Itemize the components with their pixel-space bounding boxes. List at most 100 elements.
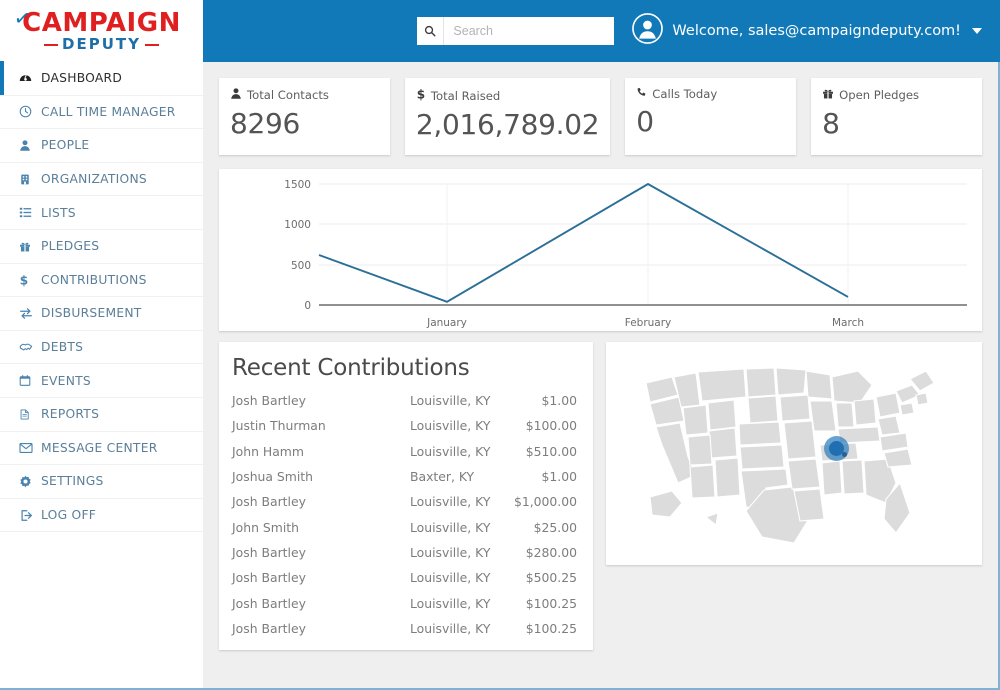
state-louisiana [794, 489, 824, 521]
state-new-mexico [715, 458, 740, 497]
logout-icon [19, 509, 41, 522]
sidebar-item-disbursement[interactable]: DISBURSEMENT [0, 297, 203, 331]
recent-contributions-title: Recent Contributions [232, 355, 577, 381]
search-icon[interactable] [417, 17, 444, 45]
state-north-dakota [746, 368, 776, 397]
series-contributions [319, 184, 848, 302]
state-arkansas [788, 459, 820, 489]
contribution-row[interactable]: Josh BartleyLouisville, KY$280.00 [232, 540, 577, 565]
stat-value: 8 [822, 106, 971, 141]
sidebar-item-reports[interactable]: REPORTS [0, 398, 203, 432]
stat-card-calls-today: Calls Today0 [625, 78, 796, 155]
exchange-icon [19, 307, 41, 320]
contribution-amount: $1.00 [510, 393, 577, 408]
sidebar-item-pledges[interactable]: PLEDGES [0, 230, 203, 264]
contribution-amount: $1,000.00 [510, 494, 577, 509]
brand-logo[interactable]: ✓ CAMPAIGN DEPUTY [0, 0, 203, 62]
dollar-icon: $ [416, 87, 426, 104]
contribution-amount: $500.25 [510, 570, 577, 585]
logo-deputy-text: DEPUTY [44, 37, 159, 52]
contribution-city: Louisville, KY [410, 444, 510, 459]
sidebar-item-label: PLEDGES [41, 239, 99, 253]
sidebar-item-log-off[interactable]: LOG OFF [0, 499, 203, 533]
state-kansas [740, 445, 784, 469]
state-ohio [854, 399, 876, 425]
state-wyoming [708, 400, 736, 430]
sidebar-item-contributions[interactable]: $CONTRIBUTIONS [0, 264, 203, 298]
recent-contributions-list: Josh BartleyLouisville, KY$1.00Justin Th… [232, 388, 577, 641]
contribution-amount: $280.00 [510, 545, 577, 560]
logo-rest: AMPAIGN [42, 10, 181, 36]
sidebar-item-debts[interactable]: DEBTS [0, 331, 203, 365]
contributions-chart-card: 1500 1000 500 0 January February March [219, 169, 982, 331]
y-tick-1500: 1500 [284, 179, 311, 191]
sidebar-item-label: CONTRIBUTIONS [41, 273, 147, 287]
sidebar-item-lists[interactable]: LISTS [0, 196, 203, 230]
stat-label-row: $ Total Raised [416, 87, 599, 104]
chevron-down-icon[interactable] [972, 28, 982, 34]
contributions-map-card [606, 342, 982, 565]
sidebar-item-label: SETTINGS [41, 474, 104, 488]
contribution-name: Josh Bartley [232, 545, 410, 560]
list-icon [19, 206, 41, 219]
main-content: Total Contacts8296$Total Raised2,016,789… [203, 62, 998, 688]
sidebar-item-events[interactable]: EVENTS [0, 364, 203, 398]
sidebar-item-label: DEBTS [41, 340, 83, 354]
state-alaska [650, 491, 682, 517]
state-hawaii [706, 513, 718, 525]
us-map-icon [634, 361, 954, 546]
contribution-row[interactable]: Josh BartleyLouisville, KY$500.25 [232, 565, 577, 590]
search-box[interactable] [417, 17, 614, 45]
gift-icon [19, 240, 41, 253]
y-tick-0: 0 [304, 300, 311, 312]
contribution-row[interactable]: Josh BartleyLouisville, KY$1,000.00 [232, 489, 577, 514]
contribution-amount: $25.00 [510, 520, 577, 535]
sidebar-item-message-center[interactable]: MESSAGE CENTER [0, 432, 203, 466]
sidebar-item-organizations[interactable]: ORGANIZATIONS [0, 163, 203, 197]
sidebar-nav: DASHBOARDCALL TIME MANAGERPEOPLE ORGANIZA… [0, 62, 203, 688]
contribution-city: Louisville, KY [410, 596, 510, 611]
state-mississippi [822, 461, 842, 495]
x-tick-january: January [426, 317, 467, 329]
contribution-row[interactable]: Josh BartleyLouisville, KY$100.25 [232, 590, 577, 615]
state-north-carolina [880, 433, 908, 451]
state-pennsylvania [876, 393, 900, 417]
phone-icon [636, 87, 647, 101]
stat-label-text: Calls Today [652, 87, 717, 101]
state-alabama [842, 460, 864, 494]
sidebar-item-call-time-manager[interactable]: CALL TIME MANAGER [0, 96, 203, 130]
contribution-row[interactable]: Joshua SmithBaxter, KY$1.00 [232, 464, 577, 489]
contribution-name: Josh Bartley [232, 596, 410, 611]
map-marker-small-kentucky[interactable] [842, 452, 847, 457]
state-minnesota [776, 368, 806, 395]
stat-label-text: Total Raised [431, 89, 500, 103]
contributions-line-chart: 1500 1000 500 0 January February March [219, 169, 982, 331]
contribution-amount: $100.25 [510, 596, 577, 611]
sidebar-item-label: LOG OFF [41, 508, 96, 522]
sidebar-item-dashboard[interactable]: DASHBOARD [0, 62, 203, 96]
recent-contributions-card: Recent Contributions Josh BartleyLouisvi… [219, 342, 593, 650]
sidebar-item-label: ORGANIZATIONS [41, 172, 147, 186]
contribution-amount: $1.00 [510, 469, 577, 484]
contribution-row[interactable]: Justin ThurmanLouisville, KY$100.00 [232, 413, 577, 438]
contribution-row[interactable]: John HammLouisville, KY$510.00 [232, 439, 577, 464]
sidebar-item-people[interactable]: PEOPLE [0, 129, 203, 163]
contribution-amount: $100.00 [510, 418, 577, 433]
building-icon [19, 173, 41, 186]
sidebar-item-label: MESSAGE CENTER [41, 441, 158, 455]
sidebar-item-settings[interactable]: SETTINGS [0, 465, 203, 499]
contribution-city: Louisville, KY [410, 418, 510, 433]
state-missouri [784, 421, 816, 459]
state-indiana [836, 403, 854, 427]
contribution-row[interactable]: John SmithLouisville, KY$25.00 [232, 514, 577, 539]
contribution-row[interactable]: Josh BartleyLouisville, KY$100.25 [232, 616, 577, 641]
search-input[interactable] [444, 18, 614, 44]
user-menu[interactable]: Welcome, sales@campaigndeputy.com! [632, 13, 982, 49]
top-header: ✓ CAMPAIGN DEPUTY [0, 0, 1000, 62]
stat-label-text: Total Contacts [247, 88, 329, 102]
stat-label-row: Total Contacts [230, 87, 379, 103]
state-utah [688, 435, 712, 465]
contribution-row[interactable]: Josh BartleyLouisville, KY$1.00 [232, 388, 577, 413]
y-tick-1000: 1000 [284, 219, 311, 231]
sidebar-item-label: EVENTS [41, 374, 91, 388]
